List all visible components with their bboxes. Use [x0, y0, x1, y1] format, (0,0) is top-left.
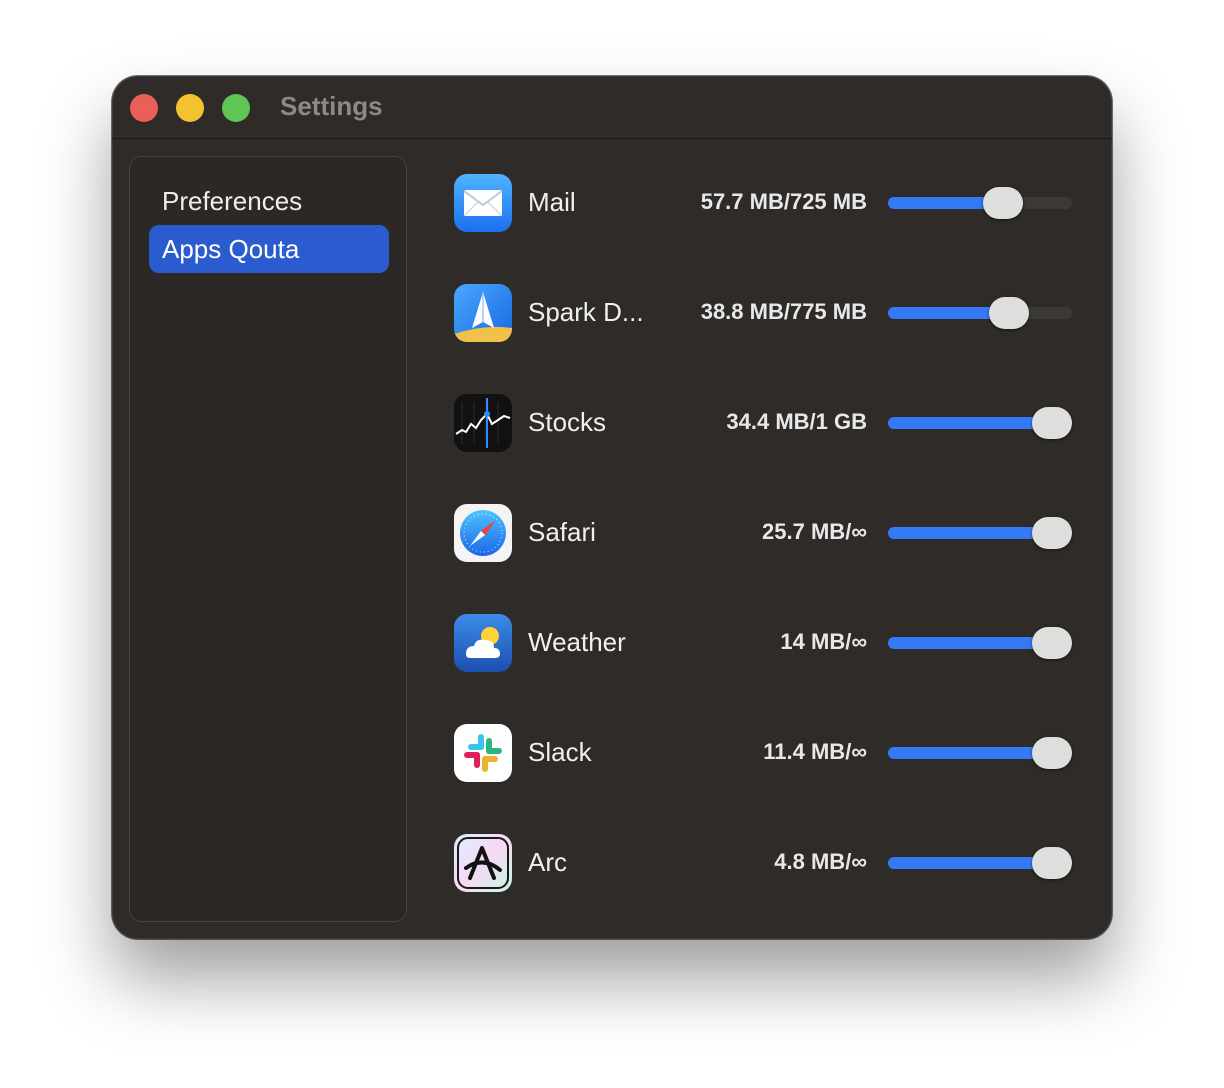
sidebar: Preferences Apps Qouta: [129, 156, 407, 922]
app-name: Mail: [528, 187, 576, 217]
weather-icon: [454, 614, 512, 672]
slider-fill: [888, 857, 1052, 869]
quota-slider[interactable]: [888, 407, 1072, 439]
slider-knob[interactable]: [983, 187, 1023, 219]
app-usage: 34.4 MB/1 GB: [726, 409, 867, 434]
close-button[interactable]: [130, 94, 158, 122]
slider-knob[interactable]: [1032, 407, 1072, 439]
app-row-stocks: Stocks 34.4 MB/1 GB: [452, 394, 1072, 454]
app-name: Spark D...: [528, 297, 644, 327]
app-usage: 4.8 MB/∞: [774, 849, 867, 874]
safari-icon: [454, 504, 512, 562]
app-name: Safari: [528, 517, 596, 547]
mail-icon: [454, 174, 512, 232]
slider-knob[interactable]: [1032, 517, 1072, 549]
slider-fill: [888, 747, 1052, 759]
sidebar-item-label: Preferences: [162, 186, 303, 216]
minimize-button[interactable]: [176, 94, 204, 122]
sidebar-item-label: Apps Qouta: [162, 234, 300, 264]
sidebar-item-preferences[interactable]: Preferences: [149, 177, 389, 225]
slider-knob[interactable]: [1032, 627, 1072, 659]
slider-knob[interactable]: [1032, 847, 1072, 879]
quota-slider[interactable]: [888, 737, 1072, 769]
stocks-icon: [454, 394, 512, 452]
app-row-spark: Spark D... 38.8 MB/775 MB: [452, 284, 1072, 344]
app-row-weather: Weather 14 MB/∞: [452, 614, 1072, 674]
app-name: Arc: [528, 847, 567, 877]
settings-window: Settings Preferences Apps Qouta Mail 57.…: [112, 76, 1112, 939]
slider-fill: [888, 527, 1052, 539]
quota-slider[interactable]: [888, 187, 1072, 219]
app-row-safari: Safari 25.7 MB/∞: [452, 504, 1072, 564]
slider-knob[interactable]: [989, 297, 1029, 329]
app-usage: 57.7 MB/725 MB: [700, 189, 867, 214]
slider-knob[interactable]: [1032, 737, 1072, 769]
quota-slider[interactable]: [888, 297, 1072, 329]
app-name: Slack: [528, 737, 592, 767]
app-usage: 11.4 MB/∞: [763, 739, 867, 764]
app-usage: 14 MB/∞: [780, 629, 867, 654]
quota-slider[interactable]: [888, 847, 1072, 879]
app-row-arc: Arc 4.8 MB/∞: [452, 834, 1072, 894]
quota-slider[interactable]: [888, 627, 1072, 659]
app-usage: 25.7 MB/∞: [762, 519, 867, 544]
quota-slider[interactable]: [888, 517, 1072, 549]
arc-icon: [454, 834, 512, 892]
slider-fill: [888, 637, 1052, 649]
app-name: Stocks: [528, 407, 607, 437]
app-usage: 38.8 MB/775 MB: [700, 299, 867, 324]
slack-icon: [454, 724, 512, 782]
app-row-slack: Slack 11.4 MB/∞: [452, 724, 1072, 784]
zoom-button[interactable]: [222, 94, 250, 122]
app-row-mail: Mail 57.7 MB/725 MB: [452, 174, 1072, 234]
title-bar: Settings: [112, 76, 1112, 139]
spark-icon: [454, 284, 512, 342]
slider-fill: [888, 417, 1052, 429]
window-title: Settings: [280, 91, 383, 121]
app-name: Weather: [528, 627, 626, 657]
sidebar-item-apps-quota[interactable]: Apps Qouta: [149, 225, 389, 273]
